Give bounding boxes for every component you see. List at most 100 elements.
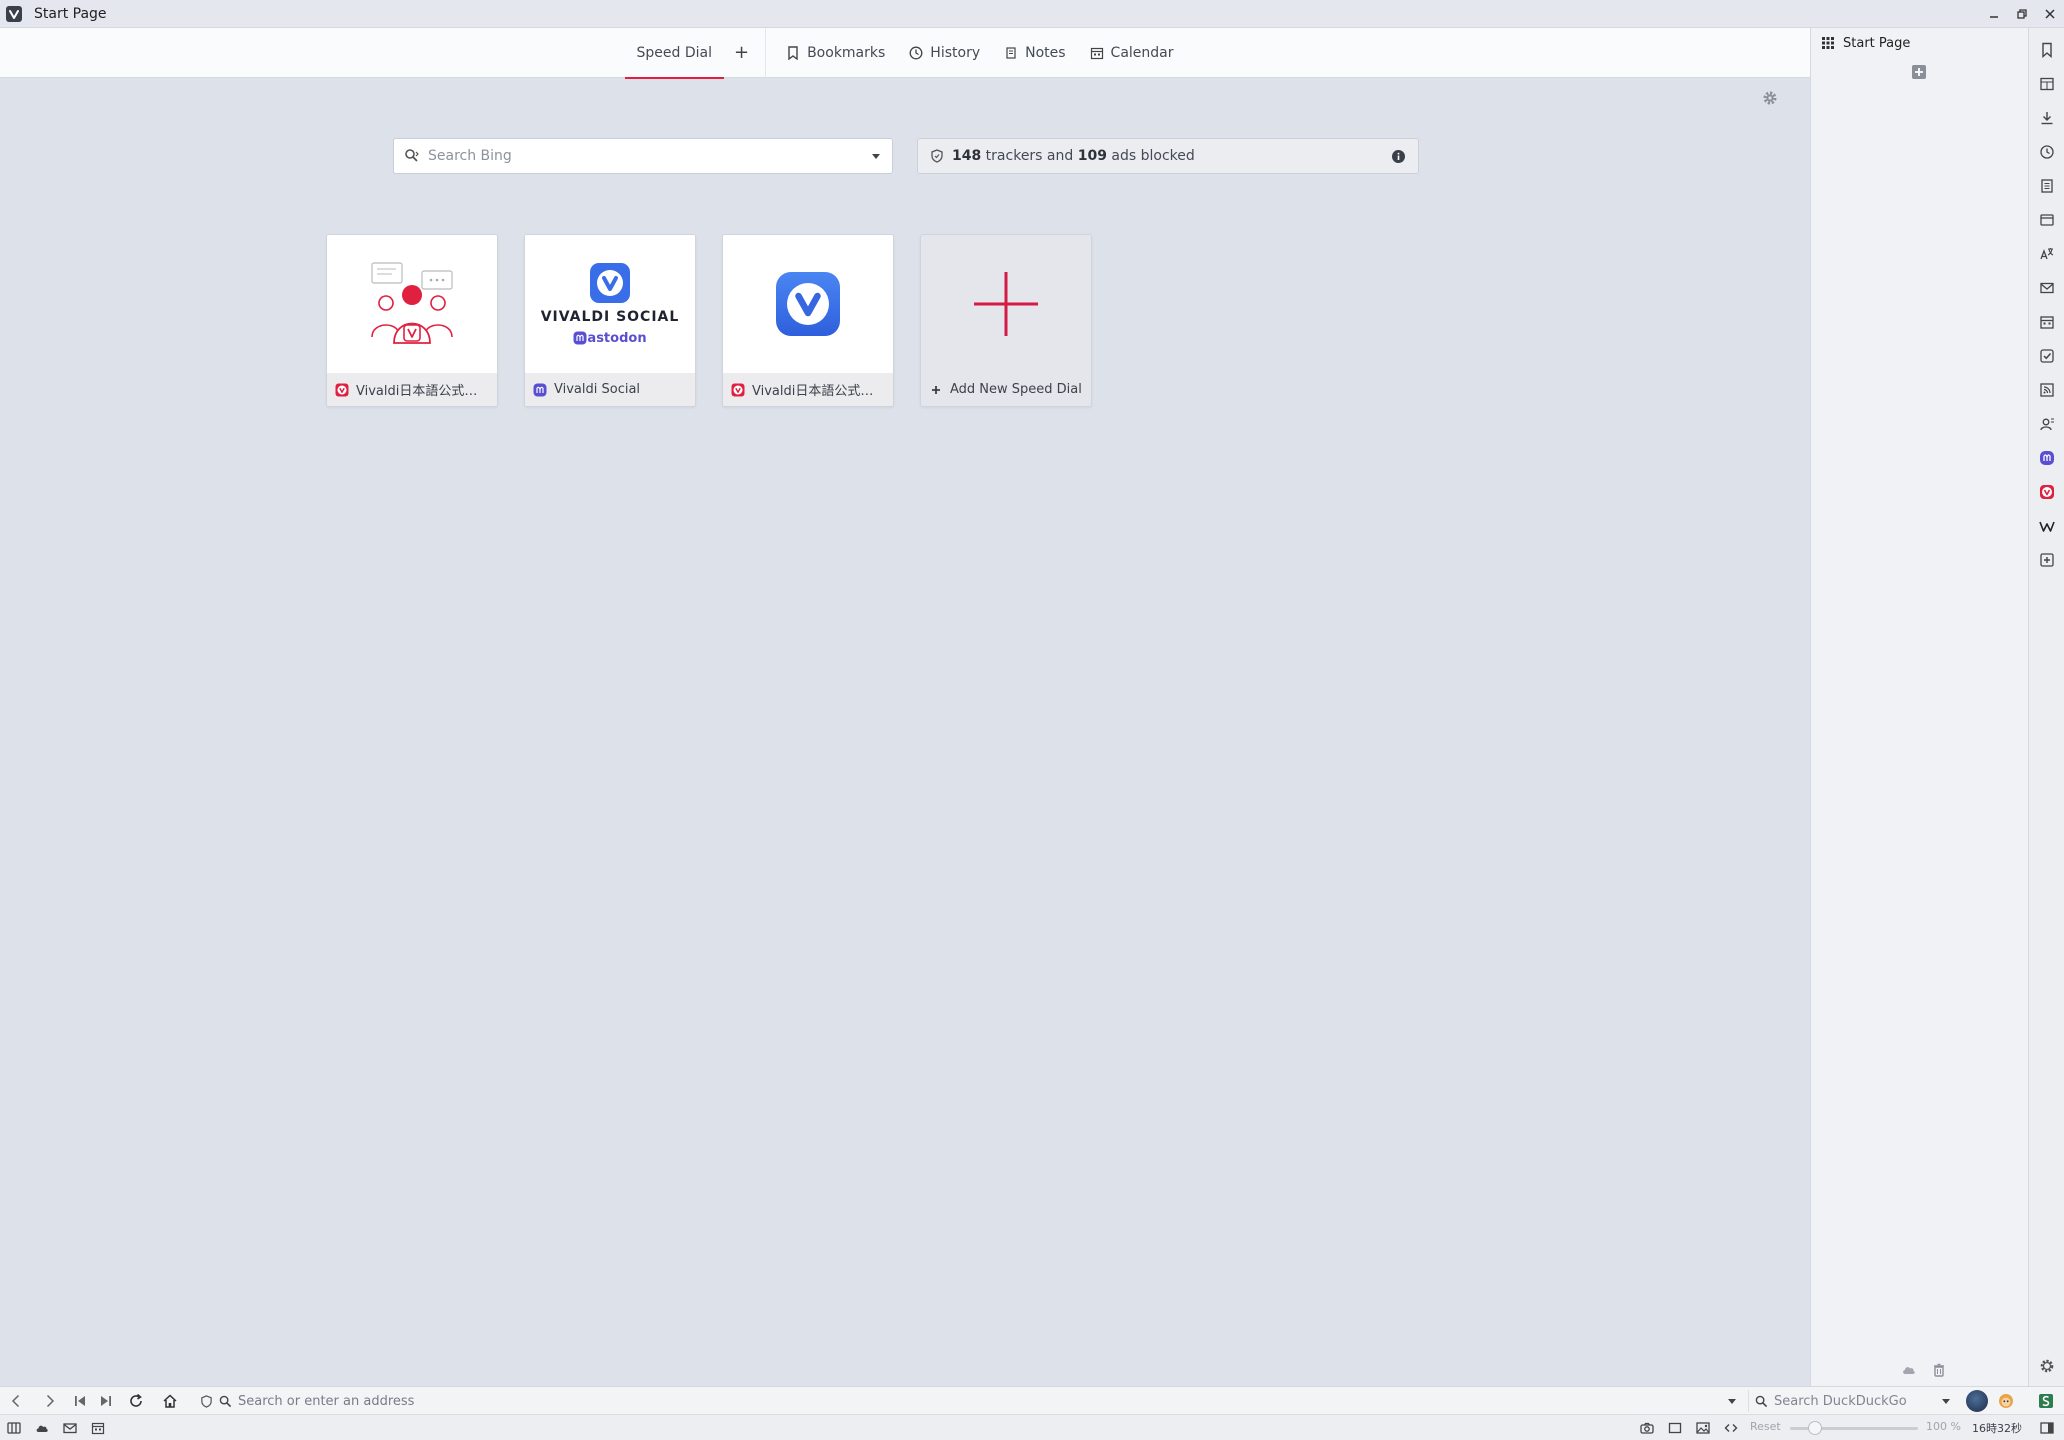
sync-button[interactable] [35,1421,49,1435]
mail-icon [63,1423,77,1434]
minimize-icon [1990,16,1998,18]
cloud-icon[interactable] [1901,1362,1917,1378]
vivaldi-panel-button[interactable] [2039,484,2055,500]
panel-toggle-button[interactable] [7,1421,21,1435]
extension-icon[interactable] [2038,1393,2054,1409]
bookmark-icon [2042,42,2052,58]
mastodon-icon [2040,451,2054,465]
home-button[interactable] [162,1393,178,1409]
minimize-button[interactable] [1984,4,2004,24]
chevron-down-icon[interactable] [870,150,882,162]
page-actions-button[interactable] [1724,1421,1738,1435]
wikipedia-panel-button[interactable] [2039,518,2055,534]
tab-notes[interactable]: Notes [992,28,1077,78]
reload-button[interactable] [128,1393,144,1409]
start-page-search-box [393,138,893,174]
fast-forward-button[interactable] [98,1393,114,1409]
mastodon-wordmark: astodon [573,331,647,346]
speed-dial-thumbnail: VIVALDI SOCIAL astodon [525,235,695,373]
downloads-panel-button[interactable] [2039,110,2055,126]
start-page: Speed Dial + Bookmarks History Notes Cal… [0,27,1810,1386]
speed-dial-item[interactable]: Vivaldi日本語公式ブ… [326,234,498,407]
address-input[interactable] [238,1393,1736,1409]
trash-icon[interactable] [1931,1362,1947,1378]
mastodon-panel-button[interactable] [2039,450,2055,466]
panel-add-button[interactable] [1911,64,1927,80]
vivaldi-logo-icon [590,262,630,303]
grid-icon [1822,37,1834,49]
tab-calendar[interactable]: Calendar [1078,28,1186,78]
mail-panel-button[interactable] [2039,280,2055,296]
search-input[interactable] [428,148,870,164]
restore-icon [2017,9,2027,19]
bookmarks-panel-button[interactable] [2039,42,2055,58]
shield-icon [931,149,943,163]
tab-speed-dial[interactable]: Speed Dial [624,28,725,79]
chevron-down-icon[interactable] [1940,1395,1952,1407]
calendar-panel-button[interactable] [2039,314,2055,330]
close-button[interactable] [2040,4,2060,24]
extension-icon[interactable] [1998,1393,2014,1409]
speed-dial-item[interactable]: VIVALDI SOCIAL astodon Vivaldi Social [524,234,696,407]
speed-dial-item[interactable]: Vivaldi日本語公式ブ… [722,234,894,407]
add-speed-dial-button[interactable]: Add New Speed Dial [920,234,1092,407]
forward-button[interactable] [42,1393,58,1409]
chevron-left-icon [11,1394,20,1408]
vivaldi-logo-icon [776,272,840,336]
reading-list-panel-button[interactable] [2039,76,2055,92]
speed-dial-thumbnail [327,235,497,373]
camera-icon [1640,1422,1654,1434]
zoom-level: 100 % [1926,1420,1961,1433]
zoom-slider-handle[interactable] [1808,1421,1822,1435]
window-panel-button[interactable] [2039,212,2055,228]
zoom-reset-button[interactable]: Reset [1750,1420,1781,1433]
tiling-button[interactable] [1668,1421,1682,1435]
profile-avatar[interactable] [1966,1390,1988,1412]
ads-count: 109 [1077,148,1107,164]
capture-button[interactable] [1640,1421,1654,1435]
images-toggle-button[interactable] [1696,1421,1710,1435]
chevron-right-icon [46,1394,55,1408]
tasks-panel-button[interactable] [2039,348,2055,364]
tab-history[interactable]: History [897,28,992,78]
chevron-down-icon[interactable] [1726,1395,1738,1407]
tab-bookmarks[interactable]: Bookmarks [774,28,897,78]
start-page-settings-button[interactable] [1762,90,1778,106]
calendar-icon [91,1422,105,1435]
tracker-blocker-summary[interactable]: 148 trackers and 109 ads blocked [917,138,1419,174]
history-panel-button[interactable] [2039,144,2055,160]
contacts-panel-button[interactable] [2039,416,2055,432]
rewind-button[interactable] [72,1393,88,1409]
checkbox-icon [2040,349,2054,363]
clock[interactable]: 16時32秒 [1972,1420,2022,1436]
vivaldi-logo-icon [6,5,22,22]
mail-status-button[interactable] [63,1421,77,1435]
mastodon-icon [533,383,547,396]
panel-side-toggle-button[interactable] [2040,1421,2054,1435]
mail-icon [2040,282,2054,294]
back-button[interactable] [8,1393,24,1409]
add-icon [2040,553,2054,567]
notes-panel-button[interactable] [2039,178,2055,194]
notes-icon [2041,179,2053,193]
shield-icon[interactable] [200,1394,213,1408]
side-panel: Start Page [1810,28,2028,1386]
ads-label: ads blocked [1106,148,1195,164]
restore-button[interactable] [2012,4,2032,24]
calendar-status-button[interactable] [91,1421,105,1435]
calendar-icon [1090,47,1103,59]
info-icon[interactable] [1391,149,1406,164]
feeds-panel-button[interactable] [2039,382,2055,398]
plus-icon: + [733,42,750,63]
code-icon [1724,1424,1738,1432]
settings-button[interactable] [2039,1358,2055,1374]
status-bar: Reset 100 % 16時32秒 [0,1414,2064,1440]
translate-panel-button[interactable] [2039,246,2055,262]
vivaldi-social-wordmark: VIVALDI SOCIAL [540,308,680,325]
add-web-panel-button[interactable] [2039,552,2055,568]
panel-toggle-icon [7,1422,21,1434]
add-speed-dial-group-button[interactable]: + [724,28,759,78]
tab-label: Calendar [1110,44,1174,61]
web-search-input[interactable] [1774,1393,1952,1409]
notes-icon [1006,46,1016,59]
